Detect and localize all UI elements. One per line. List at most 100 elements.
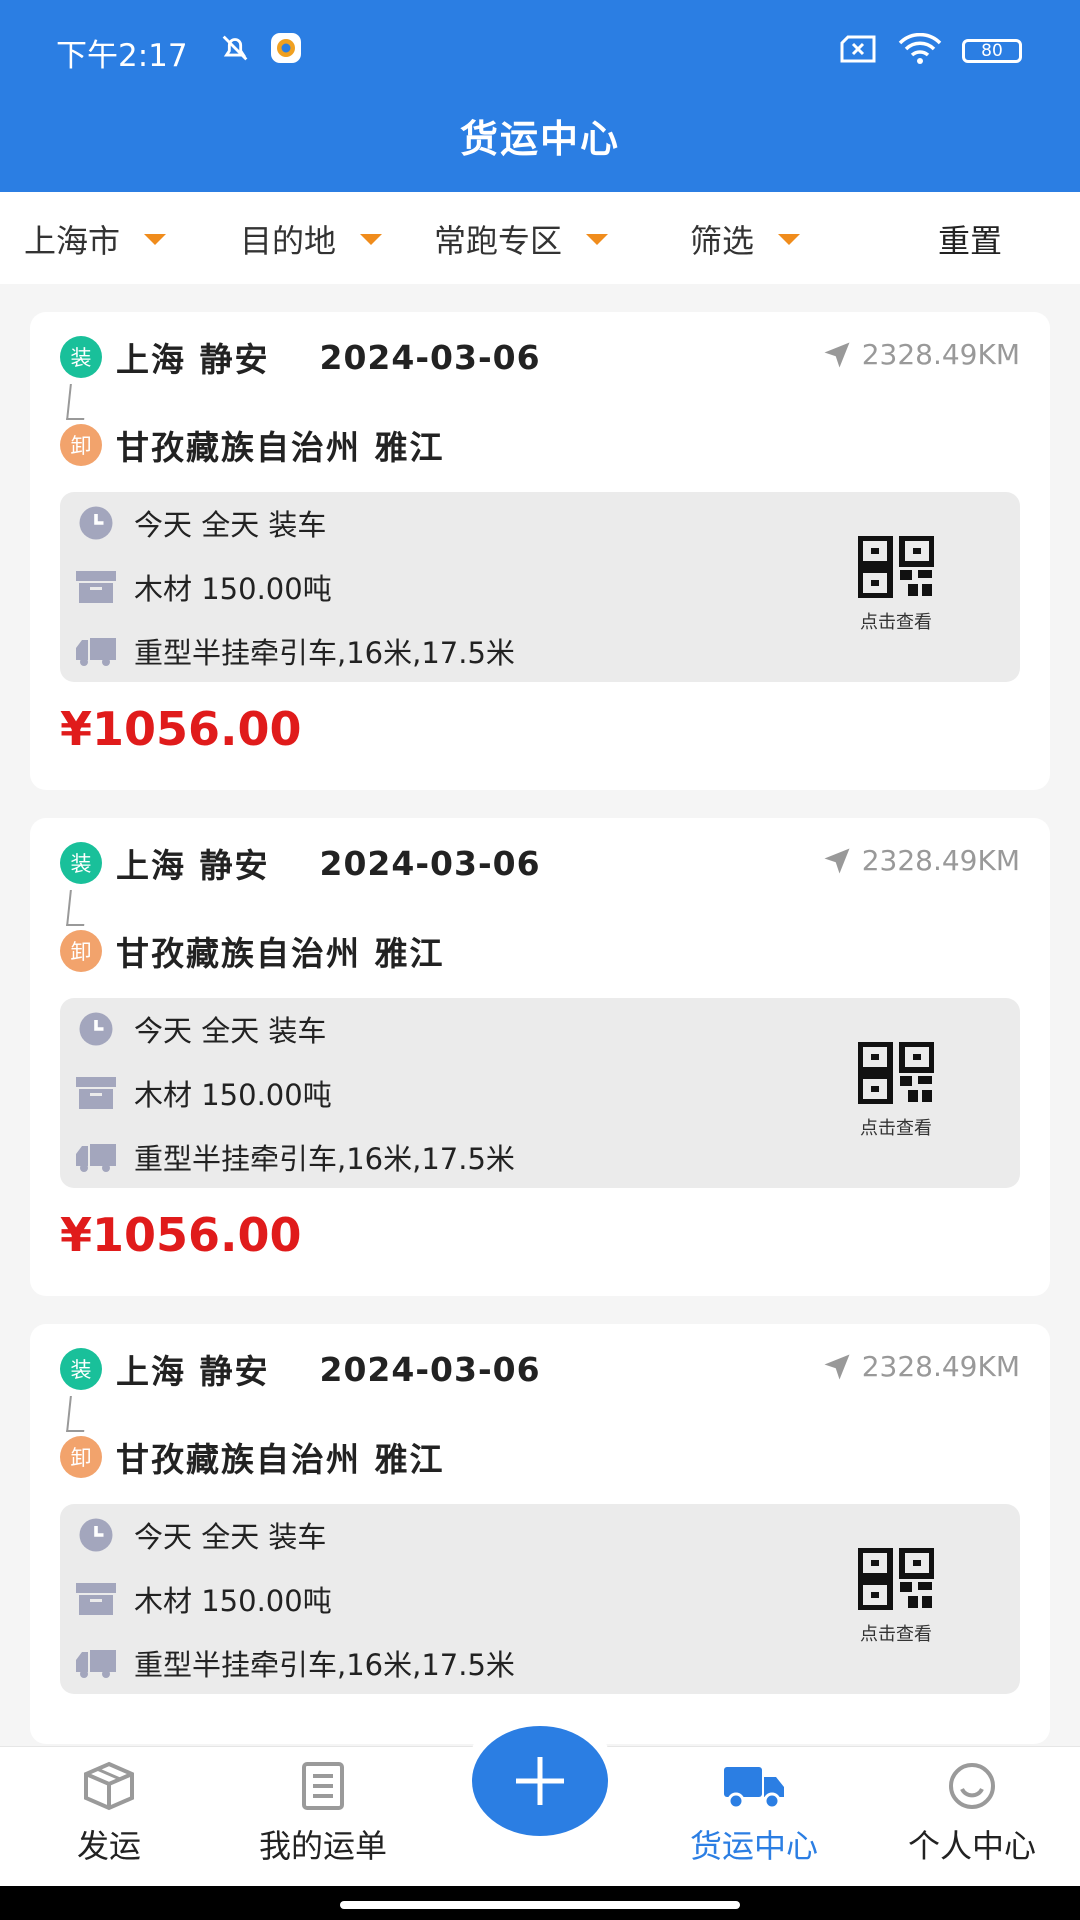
navigation-arrow-icon <box>824 848 850 873</box>
vehicle-text: 重型半挂牵引车,16米,17.5米 <box>134 1648 515 1682</box>
route-connector <box>66 384 88 420</box>
navigation-arrow-icon <box>824 1354 850 1379</box>
qr-label: 点击查看 <box>860 612 932 633</box>
navigation-arrow-icon <box>824 342 850 367</box>
qr-code-button[interactable]: 点击查看 <box>836 535 956 634</box>
dropdown-arrow-icon <box>144 233 167 245</box>
status-time: 下午2:17 <box>56 38 188 74</box>
order-details: 今天 全天 装车 木材 150.00吨 重型半挂牵引车,16米,17.5米 点击… <box>60 998 1020 1188</box>
qr-code-icon <box>857 1547 935 1611</box>
route-connector <box>66 890 88 926</box>
document-list-icon <box>302 1762 344 1810</box>
origin-text: 上海 静安 <box>116 846 270 885</box>
mute-bell-icon <box>218 31 252 69</box>
home-gesture-handle[interactable] <box>340 1901 740 1909</box>
dropdown-arrow-icon <box>360 233 383 245</box>
tab-my-orders[interactable]: 我的运单 <box>238 1761 408 1867</box>
price: ¥1056.00 <box>60 702 302 756</box>
load-tag: 装 <box>60 1348 102 1390</box>
app-bar: 下午2:17 80 货运中心 <box>0 0 1080 192</box>
destination-text: 甘孜藏族自治州 雅江 <box>116 1440 445 1479</box>
order-card[interactable]: 装 上海 静安 2024-03-06 2328.49KM 卸 甘孜藏族自治州 雅… <box>30 1324 1050 1744</box>
battery-icon: 80 <box>962 39 1022 63</box>
vehicle-text: 重型半挂牵引车,16米,17.5米 <box>134 1142 515 1176</box>
dropdown-arrow-icon <box>586 233 609 245</box>
truck-icon <box>76 631 116 671</box>
order-card[interactable]: 装 上海 静安 2024-03-06 2328.49KM 卸 甘孜藏族自治州 雅… <box>30 312 1050 790</box>
box-icon <box>76 1579 116 1619</box>
clock-icon <box>76 1009 116 1049</box>
distance: 2328.49KM <box>822 338 1020 371</box>
destination-filter[interactable]: 目的地 <box>240 216 383 262</box>
cargo-text: 木材 150.00吨 <box>134 1584 332 1618</box>
qr-label: 点击查看 <box>860 1624 932 1645</box>
system-navigation-bar <box>0 1886 1080 1920</box>
vehicle-text: 重型半挂牵引车,16米,17.5米 <box>134 636 515 670</box>
tab-ship[interactable]: 发运 <box>54 1761 164 1867</box>
unload-tag: 卸 <box>60 930 102 972</box>
dropdown-arrow-icon <box>778 233 801 245</box>
date-text: 2024-03-06 <box>319 1349 541 1389</box>
add-order-button[interactable] <box>472 1726 608 1836</box>
cargo-text: 木材 150.00吨 <box>134 572 332 606</box>
tab-profile-label: 个人中心 <box>907 1827 1036 1865</box>
package-icon <box>84 1761 134 1811</box>
page-title: 货运中心 <box>459 117 620 161</box>
tab-my-orders-label: 我的运单 <box>258 1827 387 1865</box>
load-tag: 装 <box>60 842 102 884</box>
tab-ship-label: 发运 <box>76 1827 141 1865</box>
unload-tag: 卸 <box>60 424 102 466</box>
load-time-text: 今天 全天 装车 <box>134 1014 327 1048</box>
destination-filter-label: 目的地 <box>240 222 337 260</box>
order-details: 今天 全天 装车 木材 150.00吨 重型半挂牵引车,16米,17.5米 点击… <box>60 1504 1020 1694</box>
qr-code-button[interactable]: 点击查看 <box>836 1547 956 1646</box>
screen-filter[interactable]: 筛选 <box>690 216 801 262</box>
city-filter[interactable]: 上海市 <box>24 216 167 262</box>
app-notification-icon <box>268 30 304 70</box>
clock-icon <box>76 1515 116 1555</box>
filter-bar: 上海市 目的地 常跑专区 筛选 重置 <box>0 192 1080 284</box>
distance-text: 2328.49KM <box>861 1350 1020 1383</box>
truck-icon <box>724 1767 784 1810</box>
distance: 2328.49KM <box>822 1350 1020 1383</box>
qr-code-icon <box>857 535 935 599</box>
qr-code-button[interactable]: 点击查看 <box>836 1041 956 1140</box>
qr-label: 点击查看 <box>860 1118 932 1139</box>
order-card[interactable]: 装 上海 静安 2024-03-06 2328.49KM 卸 甘孜藏族自治州 雅… <box>30 818 1050 1296</box>
screen-filter-label: 筛选 <box>690 222 755 260</box>
unload-tag: 卸 <box>60 1436 102 1478</box>
tab-freight-center[interactable]: 货运中心 <box>668 1761 840 1867</box>
destination-text: 甘孜藏族自治州 雅江 <box>116 428 445 467</box>
load-time-text: 今天 全天 装车 <box>134 1520 327 1554</box>
date-text: 2024-03-06 <box>319 843 541 883</box>
wifi-icon <box>898 32 942 69</box>
distance: 2328.49KM <box>822 844 1020 877</box>
tab-freight-center-label: 货运中心 <box>689 1827 818 1865</box>
frequent-route-filter[interactable]: 常跑专区 <box>434 216 609 262</box>
truck-icon <box>76 1137 116 1177</box>
load-time-text: 今天 全天 装车 <box>134 508 327 542</box>
plus-icon <box>516 1757 564 1805</box>
qr-code-icon <box>857 1041 935 1105</box>
origin-text: 上海 静安 <box>116 340 270 379</box>
origin-text: 上海 静安 <box>116 1352 270 1391</box>
reset-button[interactable]: 重置 <box>938 216 1002 262</box>
box-icon <box>76 1073 116 1113</box>
clock-icon <box>76 503 116 543</box>
route-connector <box>66 1396 88 1432</box>
order-details: 今天 全天 装车 木材 150.00吨 重型半挂牵引车,16米,17.5米 点击… <box>60 492 1020 682</box>
price: ¥1056.00 <box>60 1208 302 1262</box>
load-tag: 装 <box>60 336 102 378</box>
distance-text: 2328.49KM <box>861 338 1020 371</box>
frequent-route-filter-label: 常跑专区 <box>434 222 563 260</box>
destination-text: 甘孜藏族自治州 雅江 <box>116 934 445 973</box>
distance-text: 2328.49KM <box>861 844 1020 877</box>
box-icon <box>76 567 116 607</box>
status-bar: 下午2:17 80 <box>0 0 1080 100</box>
sim-off-icon <box>840 35 878 67</box>
tab-profile[interactable]: 个人中心 <box>886 1761 1058 1867</box>
city-filter-label: 上海市 <box>24 222 121 260</box>
cargo-text: 木材 150.00吨 <box>134 1078 332 1112</box>
date-text: 2024-03-06 <box>319 337 541 377</box>
smile-icon <box>949 1763 995 1809</box>
